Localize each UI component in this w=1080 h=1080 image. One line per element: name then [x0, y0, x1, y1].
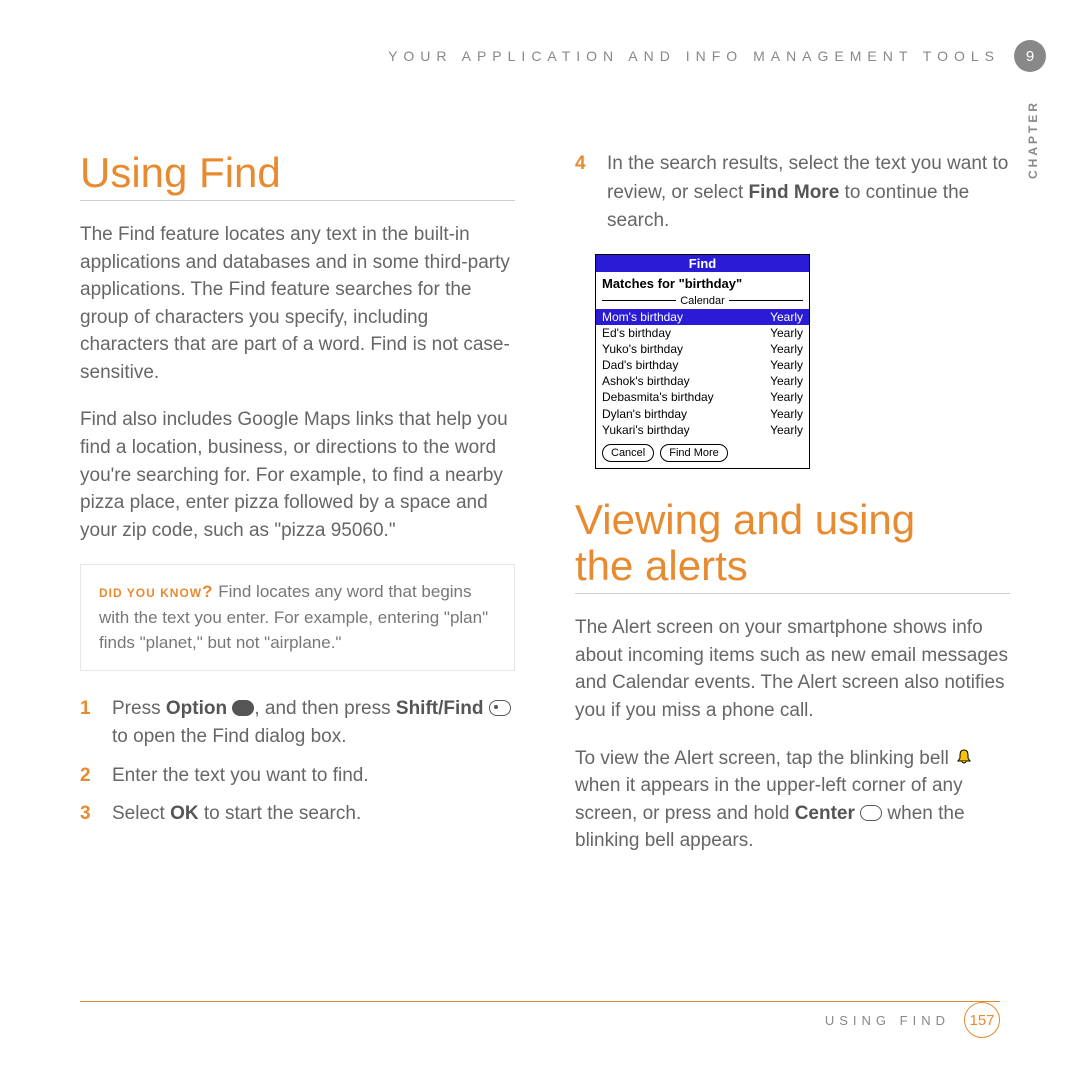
left-column: Using Find The Find feature locates any …	[80, 150, 515, 970]
body-paragraph: The Find feature locates any text in the…	[80, 221, 515, 386]
footer-section-label: USING FIND	[825, 1013, 950, 1028]
tip-label: DID YOU KNOW?	[99, 586, 214, 600]
find-result-row[interactable]: Mom's birthdayYearly	[596, 309, 809, 325]
body-paragraph: To view the Alert screen, tap the blinki…	[575, 745, 1010, 855]
find-result-row[interactable]: Ed's birthdayYearly	[596, 325, 809, 341]
find-result-row[interactable]: Dad's birthdayYearly	[596, 357, 809, 373]
section-heading-viewing-alerts: Viewing and using the alerts	[575, 497, 1010, 594]
find-result-row[interactable]: Debasmita's birthdayYearly	[596, 389, 809, 405]
find-dialog-group-label: Calendar	[602, 295, 803, 307]
find-dialog-title: Find	[596, 255, 809, 272]
find-result-row[interactable]: Yukari's birthdayYearly	[596, 422, 809, 438]
cancel-button[interactable]: Cancel	[602, 444, 654, 462]
step-item: In the search results, select the text y…	[575, 150, 1010, 236]
body-paragraph: Find also includes Google Maps links tha…	[80, 406, 515, 544]
find-result-row[interactable]: Ashok's birthdayYearly	[596, 373, 809, 389]
step-item: Enter the text you want to find.	[80, 762, 515, 791]
bell-icon	[954, 747, 974, 767]
section-heading-using-find: Using Find	[80, 150, 515, 201]
find-result-row[interactable]: Dylan's birthdayYearly	[596, 406, 809, 422]
chapter-label-vertical: CHAPTER	[1026, 100, 1040, 179]
chapter-number-badge: 9	[1014, 40, 1046, 72]
step-item: Press Option , and then press Shift/Find…	[80, 695, 515, 752]
find-more-button[interactable]: Find More	[660, 444, 728, 462]
find-result-row[interactable]: Yuko's birthdayYearly	[596, 341, 809, 357]
body-paragraph: The Alert screen on your smartphone show…	[575, 614, 1010, 724]
shift-find-key-icon	[489, 700, 511, 716]
step-item: Select OK to start the search.	[80, 800, 515, 829]
did-you-know-box: DID YOU KNOW? Find locates any word that…	[80, 564, 515, 671]
page-number: 157	[964, 1002, 1000, 1038]
running-header: YOUR APPLICATION AND INFO MANAGEMENT TOO…	[388, 48, 1000, 64]
find-dialog-screenshot: Find Matches for "birthday" Calendar Mom…	[595, 254, 810, 470]
right-column: In the search results, select the text y…	[575, 150, 1010, 970]
center-key-icon	[860, 805, 882, 821]
option-key-icon	[232, 700, 254, 716]
find-dialog-matches-label: Matches for "birthday"	[596, 272, 809, 293]
